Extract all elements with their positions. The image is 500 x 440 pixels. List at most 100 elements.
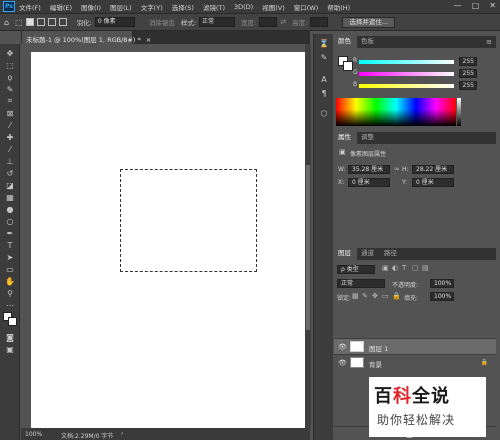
lock-artboard-icon[interactable]: ▭: [382, 292, 389, 300]
quick-mask-icon[interactable]: ◙: [5, 332, 15, 342]
red-value-input[interactable]: 255: [459, 57, 477, 66]
menu-edit[interactable]: 编辑(E): [50, 2, 72, 12]
eyedropper-tool-icon[interactable]: ⁄: [5, 120, 15, 130]
style-select[interactable]: 正常: [199, 17, 236, 27]
document-tab-close-icon[interactable]: ×: [146, 36, 151, 44]
swap-icon[interactable]: ⇄: [280, 18, 286, 26]
lock-transparent-icon[interactable]: ▦: [352, 292, 359, 300]
character-panel-icon[interactable]: A: [319, 74, 329, 84]
marquee-tool-icon[interactable]: ⬚: [15, 18, 23, 27]
menu-file[interactable]: 文件(F): [19, 2, 41, 12]
pen-tool-icon[interactable]: ✒: [5, 228, 15, 238]
layer-row-background[interactable]: 👁 背景 🔒: [334, 354, 496, 370]
subtract-selection-icon[interactable]: [47, 18, 56, 26]
tab-adjustments[interactable]: 调整: [357, 132, 380, 144]
vertical-scrollbar-thumb[interactable]: [306, 165, 310, 330]
menu-window[interactable]: 窗口(W): [294, 2, 319, 12]
tab-channels[interactable]: 通道: [357, 248, 380, 260]
opacity-input[interactable]: 100%: [430, 279, 454, 288]
menu-3d[interactable]: 3D(D): [234, 3, 253, 11]
link-icon[interactable]: ∞: [394, 165, 400, 173]
intersect-selection-icon[interactable]: [58, 18, 67, 26]
fill-input[interactable]: 100%: [430, 292, 454, 301]
filter-smart-object-icon[interactable]: ▤: [422, 264, 429, 272]
visibility-eye-icon[interactable]: 👁: [338, 359, 347, 367]
background-color-icon[interactable]: [343, 61, 353, 71]
filter-pixel-icon[interactable]: ▣: [382, 264, 389, 272]
path-selection-tool-icon[interactable]: ➤: [5, 252, 15, 262]
blend-mode-select[interactable]: 正常: [337, 279, 385, 288]
eraser-tool-icon[interactable]: ◪: [5, 180, 15, 190]
brush-settings-panel-icon[interactable]: ✎: [319, 52, 329, 62]
layer-row-layer-1[interactable]: 👁 图层 1: [334, 338, 496, 354]
x-input[interactable]: 0 厘米: [348, 178, 390, 187]
layer-name[interactable]: 图层 1: [369, 343, 388, 353]
filter-type-icon[interactable]: T: [402, 264, 406, 272]
antialias-checkbox[interactable]: 消除锯齿: [149, 17, 175, 27]
clone-stamp-tool-icon[interactable]: ⊥: [5, 156, 15, 166]
menu-view[interactable]: 视图(V): [262, 2, 285, 12]
gradient-tool-icon[interactable]: ▦: [5, 192, 15, 202]
document-tab[interactable]: 未标题-1 @ 100%(图层 1, RGB/8#) * ×: [22, 31, 151, 44]
tab-color[interactable]: 颜色: [334, 36, 357, 48]
paragraph-panel-icon[interactable]: ¶: [319, 88, 329, 98]
add-selection-icon[interactable]: [36, 18, 45, 26]
marquee-selection[interactable]: [120, 169, 257, 272]
tab-layers[interactable]: 图层: [334, 248, 357, 260]
red-slider[interactable]: [359, 60, 454, 64]
hand-tool-icon[interactable]: ✋: [5, 276, 15, 286]
menu-layer[interactable]: 图层(L): [110, 2, 132, 12]
layer-name[interactable]: 背景: [369, 359, 382, 369]
close-button[interactable]: ✕: [489, 1, 496, 10]
blue-slider[interactable]: [359, 84, 454, 88]
menu-select[interactable]: 选择(S): [172, 2, 194, 12]
home-icon[interactable]: ⌂: [4, 18, 9, 27]
zoom-tool-icon[interactable]: ⚲: [5, 288, 15, 298]
filter-adjustment-icon[interactable]: ◐: [392, 264, 398, 272]
type-tool-icon[interactable]: T: [5, 240, 15, 250]
spectrum-white-black[interactable]: [457, 98, 461, 126]
new-selection-icon[interactable]: [25, 18, 34, 26]
maximize-button[interactable]: □: [472, 1, 480, 10]
green-value-input[interactable]: 255: [459, 69, 477, 78]
blur-tool-icon[interactable]: ●: [5, 204, 15, 214]
menu-help[interactable]: 帮助(H): [327, 2, 350, 12]
filter-shape-icon[interactable]: ▢: [412, 264, 419, 272]
lock-position-icon[interactable]: ✥: [372, 292, 378, 300]
history-panel-icon[interactable]: ⌛: [319, 38, 329, 48]
minimize-button[interactable]: —: [454, 1, 462, 10]
layer-filter-select[interactable]: ρ 类型: [337, 265, 375, 274]
healing-brush-tool-icon[interactable]: ✚: [5, 132, 15, 142]
zoom-level[interactable]: 100%: [25, 431, 42, 438]
feather-input[interactable]: 0 像素: [94, 17, 135, 27]
select-and-mask-button[interactable]: 选择并遮住...: [342, 16, 396, 28]
dodge-tool-icon[interactable]: ○: [5, 216, 15, 226]
brush-tool-icon[interactable]: ⁄: [5, 144, 15, 154]
panel-menu-icon[interactable]: ≡: [486, 37, 492, 48]
tab-properties[interactable]: 属性: [334, 132, 357, 144]
tab-swatches[interactable]: 色板: [357, 36, 380, 48]
rectangle-tool-icon[interactable]: ▭: [5, 264, 15, 274]
menu-filter[interactable]: 滤镜(T): [203, 2, 225, 12]
visibility-eye-icon[interactable]: 👁: [338, 343, 347, 351]
rectangular-marquee-tool-icon[interactable]: ⬚: [5, 60, 15, 70]
color-spectrum[interactable]: [336, 98, 456, 126]
crop-tool-icon[interactable]: ⌗: [5, 96, 15, 106]
lock-image-icon[interactable]: ✎: [362, 292, 368, 300]
menu-image[interactable]: 图像(I): [81, 2, 101, 12]
move-tool-icon[interactable]: ✥: [5, 48, 15, 58]
blue-value-input[interactable]: 255: [459, 81, 477, 90]
width-input[interactable]: [259, 17, 278, 27]
status-menu-arrow-icon[interactable]: ›: [121, 430, 123, 437]
history-brush-tool-icon[interactable]: ↺: [5, 168, 15, 178]
h-input[interactable]: 28.22 厘米: [412, 165, 454, 174]
y-input[interactable]: 0 厘米: [412, 178, 454, 187]
lock-all-icon[interactable]: 🔒: [392, 292, 401, 300]
more-tools-icon[interactable]: ⋯: [5, 300, 15, 310]
green-slider[interactable]: [359, 72, 454, 76]
frame-tool-icon[interactable]: ⊠: [5, 108, 15, 118]
w-input[interactable]: 35.28 厘米: [348, 165, 390, 174]
3d-panel-icon[interactable]: ⬡: [319, 108, 329, 118]
screen-mode-icon[interactable]: ▣: [5, 344, 15, 354]
background-color-swatch[interactable]: [8, 317, 17, 326]
